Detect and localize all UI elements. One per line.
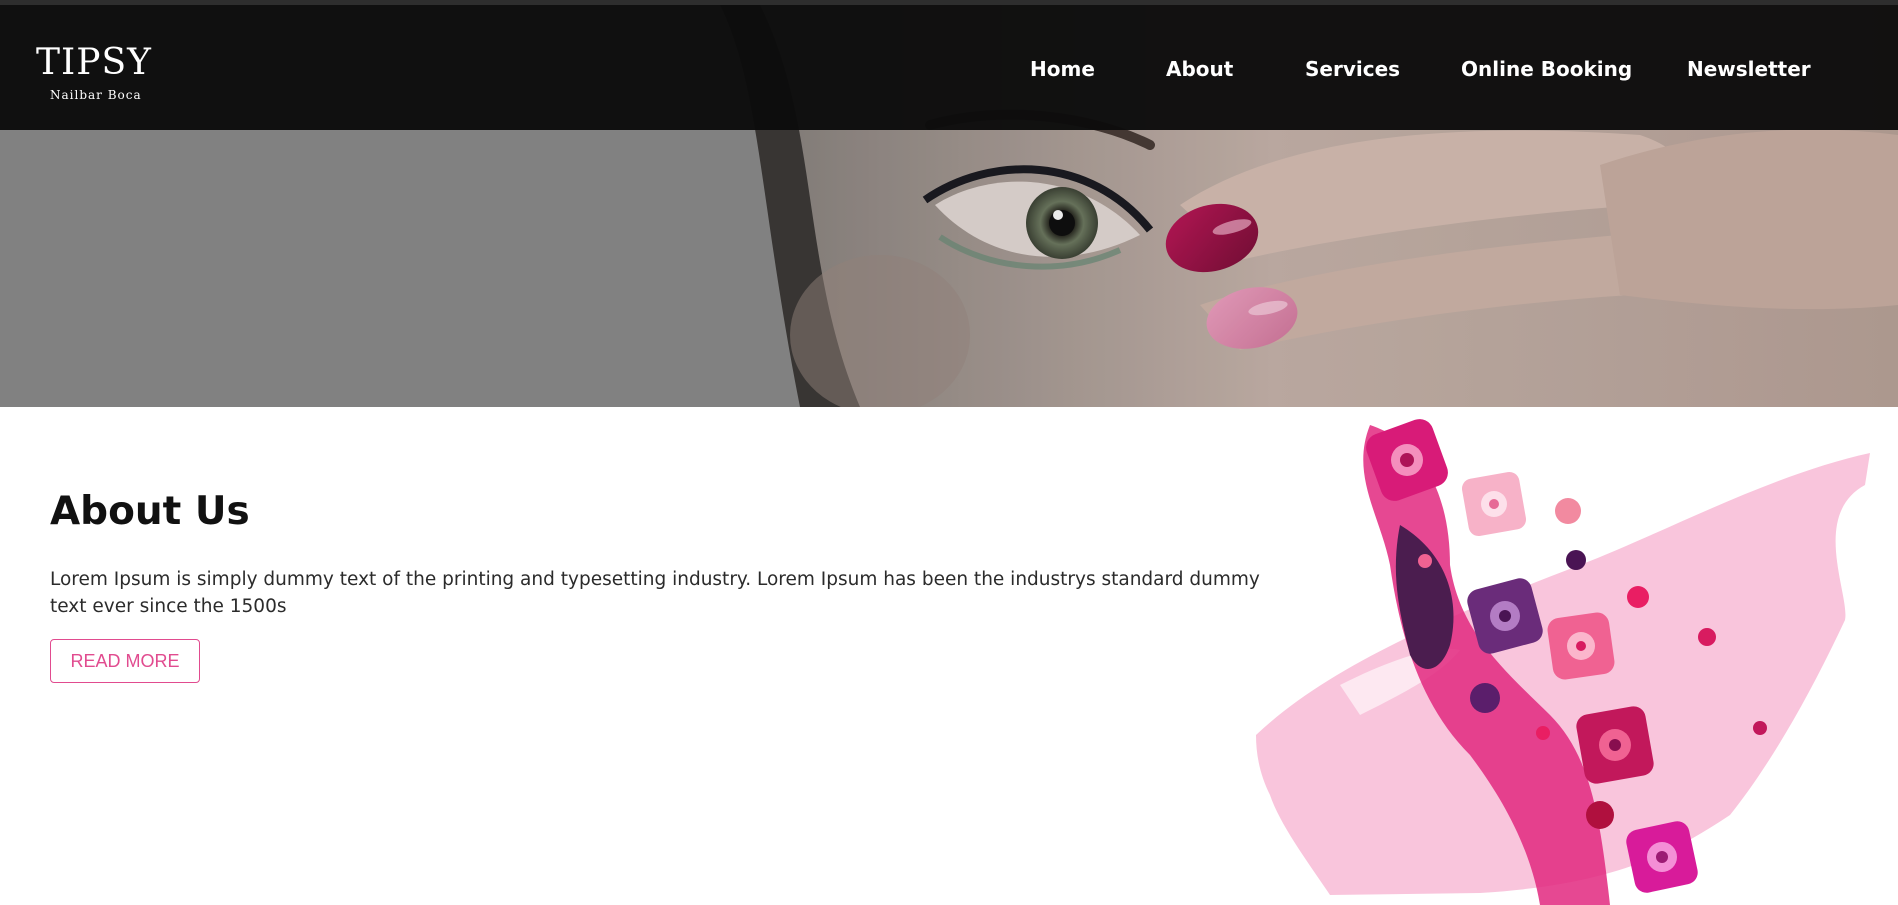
nav-about-link[interactable]: About [1166,56,1233,82]
main-nav: Home About Services Online Booking Newsl… [0,56,1898,86]
nav-online-booking-link[interactable]: Online Booking [1461,56,1632,82]
nav-services-link[interactable]: Services [1305,56,1400,82]
bottle-5 [1576,706,1654,784]
bottle-6 [1626,821,1698,893]
nav-home-link[interactable]: Home [1030,56,1095,82]
about-paragraph: Lorem Ipsum is simply dummy text of the … [50,569,1260,617]
nail-polish-image [1256,419,1870,905]
nail-polish-illustration [1250,415,1898,905]
bottle-2 [1461,471,1527,537]
bottle-4 [1547,612,1615,680]
logo-subtitle: Nailbar Boca [50,88,142,102]
read-more-button[interactable]: READ MORE [50,639,200,683]
about-heading: About Us [50,489,250,534]
nav-newsletter-link[interactable]: Newsletter [1687,56,1811,82]
